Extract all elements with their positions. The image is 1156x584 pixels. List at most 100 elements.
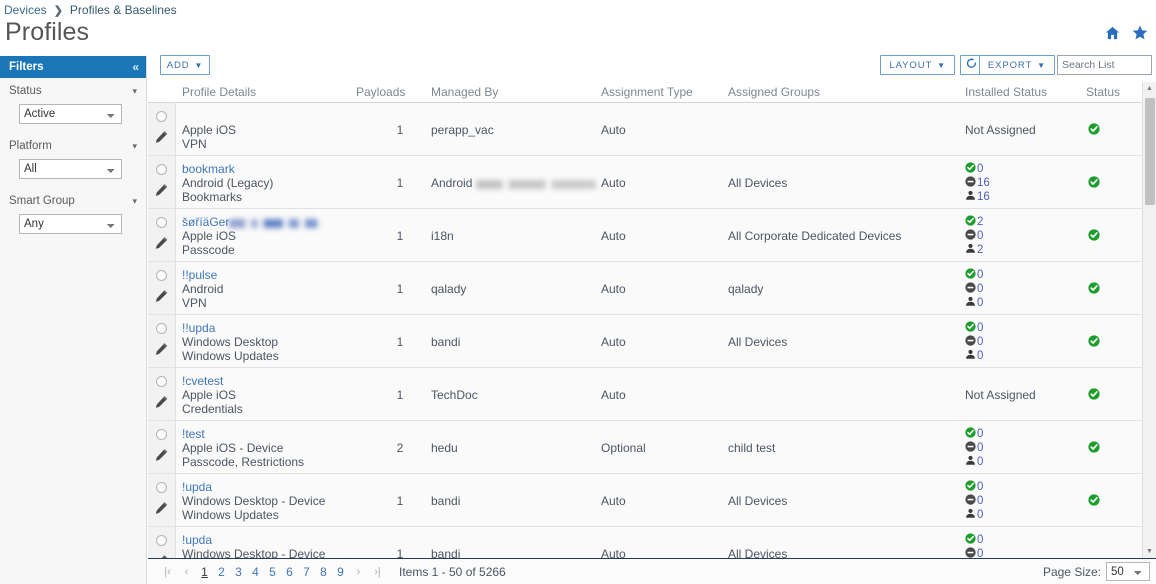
filter-platform-label-row[interactable]: Platform ▾ <box>0 133 146 159</box>
table-row[interactable]: !!upda Windows Desktop Windows Updates 1 ban… <box>148 315 1156 368</box>
export-button[interactable]: EXPORT ▼ <box>978 55 1055 75</box>
home-icon[interactable] <box>1105 26 1120 40</box>
assigned-groups: All Devices <box>728 176 788 190</box>
column-header-profile-details[interactable]: Profile Details <box>182 82 256 103</box>
scrollbar-thumb[interactable] <box>1145 98 1155 205</box>
installed-status-text: Not Assigned <box>965 123 1036 137</box>
page-size-select[interactable]: 50 <box>1106 562 1150 581</box>
table-row[interactable]: !upda Windows Desktop - Device 1 bandi Auto A… <box>148 527 1156 558</box>
page-number-5[interactable]: 5 <box>264 565 281 579</box>
not-installed-count: 0 <box>977 230 984 242</box>
page-number-4[interactable]: 4 <box>247 565 264 579</box>
column-header-managed-by[interactable]: Managed By <box>431 82 498 103</box>
search-input[interactable] <box>1057 55 1152 75</box>
profile-platform: Apple iOS <box>182 123 237 137</box>
edit-icon[interactable] <box>154 183 169 202</box>
row-actions-cell <box>148 421 176 473</box>
table-row[interactable]: !!pulse Android VPN 1 qalady Auto qalady 0 0 0 <box>148 262 1156 315</box>
status-badge <box>1088 421 1100 473</box>
column-header-installed-status[interactable]: Installed Status <box>965 82 1047 103</box>
page-number-1[interactable]: 1 <box>196 565 213 579</box>
row-select-radio[interactable] <box>156 535 167 546</box>
page-number-7[interactable]: 7 <box>298 565 315 579</box>
add-button-label: ADD <box>166 59 190 71</box>
row-actions-cell <box>148 474 176 526</box>
profile-name[interactable]: bookmark <box>182 162 235 176</box>
items-count-label: Items 1 - 50 of 5266 <box>399 564 506 579</box>
row-select-radio[interactable] <box>156 482 167 493</box>
not-installed-count: 0 <box>977 283 984 295</box>
row-select-radio[interactable] <box>156 164 167 175</box>
first-page-button[interactable]: |‹ <box>158 566 177 578</box>
breadcrumb: Devices ❯ Profiles & Baselines <box>4 3 177 17</box>
page-number-6[interactable]: 6 <box>281 565 298 579</box>
status-badge <box>1088 209 1100 261</box>
add-button[interactable]: ADD ▼ <box>160 55 210 75</box>
column-header-status[interactable]: Status <box>1086 82 1120 103</box>
row-select-radio[interactable] <box>156 323 167 334</box>
profile-name[interactable]: !upda <box>182 533 212 547</box>
scroll-up-icon[interactable]: ▲ <box>1143 82 1156 95</box>
profile-name[interactable]: !!pulse <box>182 268 217 282</box>
row-actions-cell <box>148 156 176 208</box>
edit-icon[interactable] <box>154 342 169 361</box>
table-row[interactable]: Apple iOS VPN 1 perapp_vac Auto Not Assigned <box>148 103 1156 156</box>
row-select-radio[interactable] <box>156 111 167 122</box>
prev-page-button[interactable]: ‹ <box>177 566 196 578</box>
filter-smartgroup-select[interactable]: Any <box>19 214 122 234</box>
installed-status: Not Assigned <box>965 109 1036 151</box>
profiles-page: Devices ❯ Profiles & Baselines Profiles … <box>0 0 1156 584</box>
filter-status-select[interactable]: Active <box>19 104 122 124</box>
edit-icon[interactable] <box>154 501 169 520</box>
table-row[interactable]: !test Apple iOS - Device Passcode, Restric… <box>148 421 1156 474</box>
profile-name[interactable]: !test <box>182 427 205 441</box>
row-select-radio[interactable] <box>156 429 167 440</box>
profile-platform: Windows Desktop - Device <box>182 547 326 558</box>
row-select-radio[interactable] <box>156 270 167 281</box>
filter-platform-select[interactable]: All <box>19 159 122 179</box>
row-select-radio[interactable] <box>156 376 167 387</box>
assigned-devices-icon <box>965 349 976 363</box>
installed-status: Not Assigned <box>965 374 1036 416</box>
collapse-filters-icon[interactable]: « <box>132 60 139 74</box>
profile-name[interactable]: šøříäGer <box>182 215 326 229</box>
filter-smartgroup-label-row[interactable]: Smart Group ▾ <box>0 188 146 214</box>
page-number-9[interactable]: 9 <box>332 565 349 579</box>
table-row[interactable]: bookmark Android (Legacy) Bookmarks 1 Androi… <box>148 156 1156 209</box>
layout-button[interactable]: LAYOUT ▼ <box>880 55 955 75</box>
page-number-3[interactable]: 3 <box>230 565 247 579</box>
profile-name[interactable]: !upda <box>182 480 212 494</box>
breadcrumb-current[interactable]: Profiles & Baselines <box>70 3 177 17</box>
profile-name[interactable]: !cvetest <box>182 374 223 388</box>
table-row[interactable]: !cvetest Apple iOS Credentials 1 TechDoc Auto… <box>148 368 1156 421</box>
payloads-count: 1 <box>396 494 404 508</box>
edit-icon[interactable] <box>154 236 169 255</box>
edit-icon[interactable] <box>154 130 169 149</box>
managed-by: bandi <box>431 547 461 558</box>
toolbar: ADD ▼ LAYOUT ▼ EXPORT ▼ <box>148 52 1156 82</box>
edit-icon[interactable] <box>154 289 169 308</box>
next-page-button[interactable]: › <box>349 566 368 578</box>
page-number-2[interactable]: 2 <box>213 565 230 579</box>
table-row[interactable]: !upda Windows Desktop - Device Windows Upd… <box>148 474 1156 527</box>
page-number-8[interactable]: 8 <box>315 565 332 579</box>
filter-status-label-row[interactable]: Status ▾ <box>0 78 146 104</box>
table-row[interactable]: šøříäGer Apple iOS Passcode 1 i18n Auto All Co… <box>148 209 1156 262</box>
row-select-radio[interactable] <box>156 217 167 228</box>
star-icon[interactable] <box>1132 25 1148 40</box>
column-header-assignment-type[interactable]: Assignment Type <box>601 82 693 103</box>
breadcrumb-separator-icon: ❯ <box>53 4 63 17</box>
breadcrumb-devices[interactable]: Devices <box>4 3 47 17</box>
column-header-payloads[interactable]: Payloads <box>356 82 405 103</box>
scroll-down-icon[interactable]: ▼ <box>1143 545 1156 558</box>
edit-icon[interactable] <box>154 395 169 414</box>
installed-count: 0 <box>977 481 984 493</box>
row-actions-cell <box>148 209 176 261</box>
filter-status-label: Status <box>9 85 42 97</box>
edit-icon[interactable] <box>154 448 169 467</box>
last-page-button[interactable]: ›| <box>368 566 387 578</box>
assigned-groups: All Corporate Dedicated Devices <box>728 229 902 243</box>
profile-name[interactable]: !!upda <box>182 321 215 335</box>
column-header-assigned-groups[interactable]: Assigned Groups <box>728 82 820 103</box>
table-vertical-scrollbar[interactable]: ▲ ▼ <box>1142 82 1156 558</box>
